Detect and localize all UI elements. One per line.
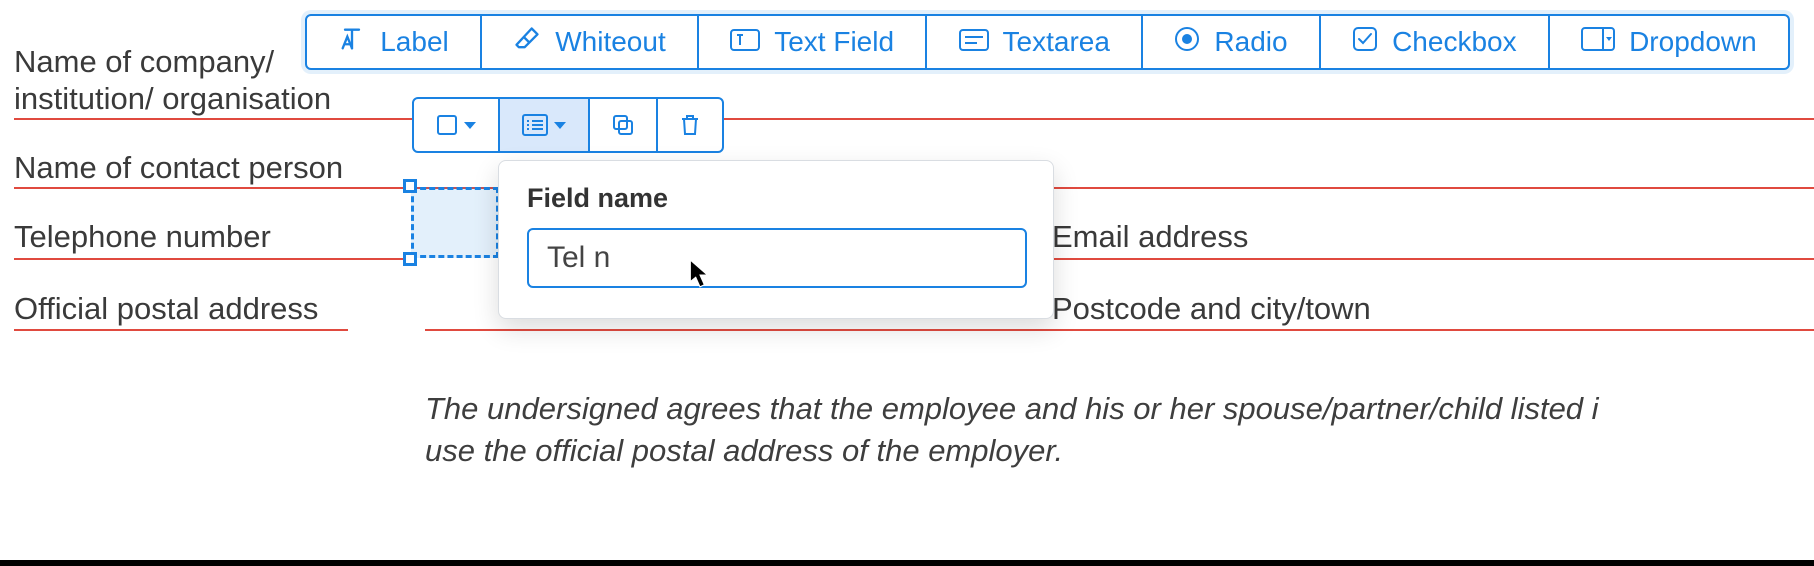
eraser-icon [513, 25, 541, 60]
ribbon-textarea-text: Textarea [1003, 26, 1110, 58]
checkbox-icon [1352, 26, 1378, 59]
field-mini-toolbar [412, 97, 724, 153]
field-name-input[interactable] [527, 228, 1027, 288]
ribbon-checkbox-button[interactable]: Checkbox [1321, 16, 1550, 68]
mini-type-button[interactable] [414, 99, 500, 151]
rule-telephone-right [1050, 258, 1814, 260]
tool-ribbon: Label Whiteout Text Field Textarea [305, 14, 1790, 70]
list-icon [522, 114, 548, 136]
agreement-text: The undersigned agrees that the employee… [425, 388, 1814, 472]
mini-properties-button[interactable] [500, 99, 590, 151]
ribbon-whiteout-text: Whiteout [555, 26, 666, 58]
textfield-icon [730, 26, 760, 58]
mini-duplicate-button[interactable] [590, 99, 658, 151]
label-telephone: Telephone number [14, 219, 271, 255]
ribbon-label-text: Label [380, 26, 449, 58]
ribbon-textarea-button[interactable]: Textarea [927, 16, 1143, 68]
square-icon [436, 114, 458, 136]
radio-icon [1174, 26, 1200, 59]
rule-postal-right [425, 329, 1814, 331]
chevron-down-icon [464, 122, 476, 129]
copy-icon [611, 113, 635, 137]
resize-handle-sw[interactable] [403, 252, 417, 266]
label-company-line1: Name of company/ [14, 44, 274, 80]
mini-delete-button[interactable] [658, 99, 722, 151]
ribbon-radio-text: Radio [1214, 26, 1287, 58]
rule-postal-left [14, 329, 348, 331]
agreement-line1: The undersigned agrees that the employee… [425, 391, 1599, 426]
field-properties-popover: Field name [498, 160, 1054, 319]
label-postal: Official postal address [14, 291, 318, 327]
trash-icon [679, 113, 701, 137]
rule-telephone-left [14, 258, 404, 260]
label-contact: Name of contact person [14, 150, 343, 186]
dropdown-icon [1581, 26, 1615, 58]
ribbon-dropdown-text: Dropdown [1629, 26, 1757, 58]
textarea-icon [959, 26, 989, 58]
ribbon-checkbox-text: Checkbox [1392, 26, 1517, 58]
bottom-border [0, 560, 1814, 566]
rule-company [14, 118, 1814, 120]
ribbon-radio-button[interactable]: Radio [1143, 16, 1321, 68]
ribbon-dropdown-button[interactable]: Dropdown [1550, 16, 1788, 68]
ribbon-textfield-text: Text Field [774, 26, 894, 58]
ribbon-label-button[interactable]: Label [307, 16, 482, 68]
label-email: Email address [1052, 219, 1248, 255]
ribbon-textfield-button[interactable]: Text Field [699, 16, 927, 68]
popover-title: Field name [527, 183, 1025, 214]
resize-handle-nw[interactable] [403, 179, 417, 193]
selected-field[interactable] [411, 187, 499, 258]
label-icon [338, 25, 366, 60]
label-postcode: Postcode and city/town [1052, 291, 1371, 327]
label-company-line2: institution/ organisation [14, 81, 331, 117]
chevron-down-icon [554, 122, 566, 129]
ribbon-whiteout-button[interactable]: Whiteout [482, 16, 699, 68]
agreement-line2: use the official postal address of the e… [425, 433, 1063, 468]
